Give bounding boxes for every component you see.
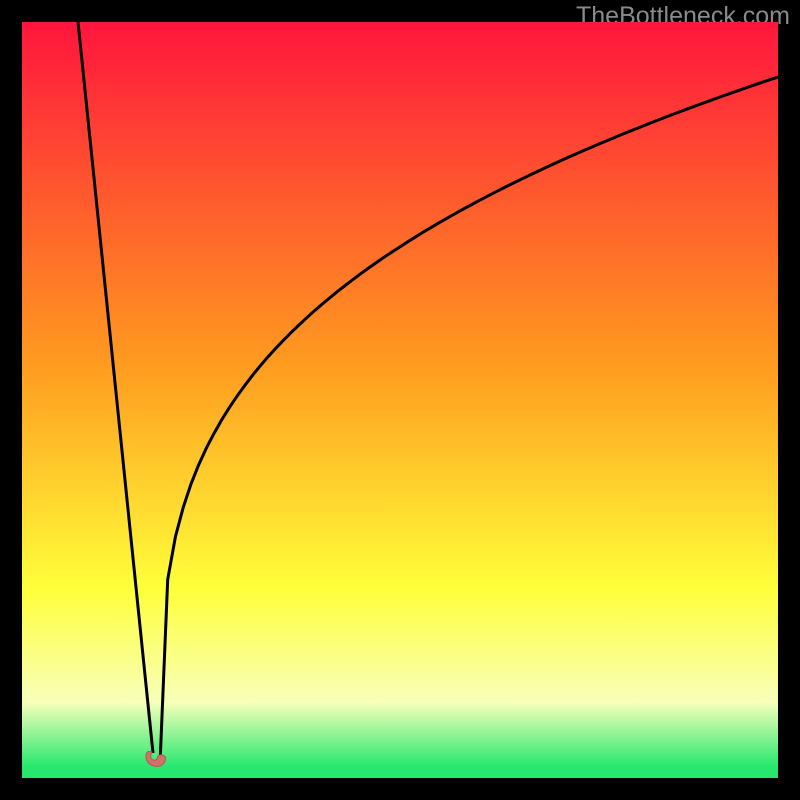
bottleneck-chart <box>22 22 778 778</box>
chart-frame <box>22 22 778 778</box>
gradient-background <box>22 22 778 778</box>
